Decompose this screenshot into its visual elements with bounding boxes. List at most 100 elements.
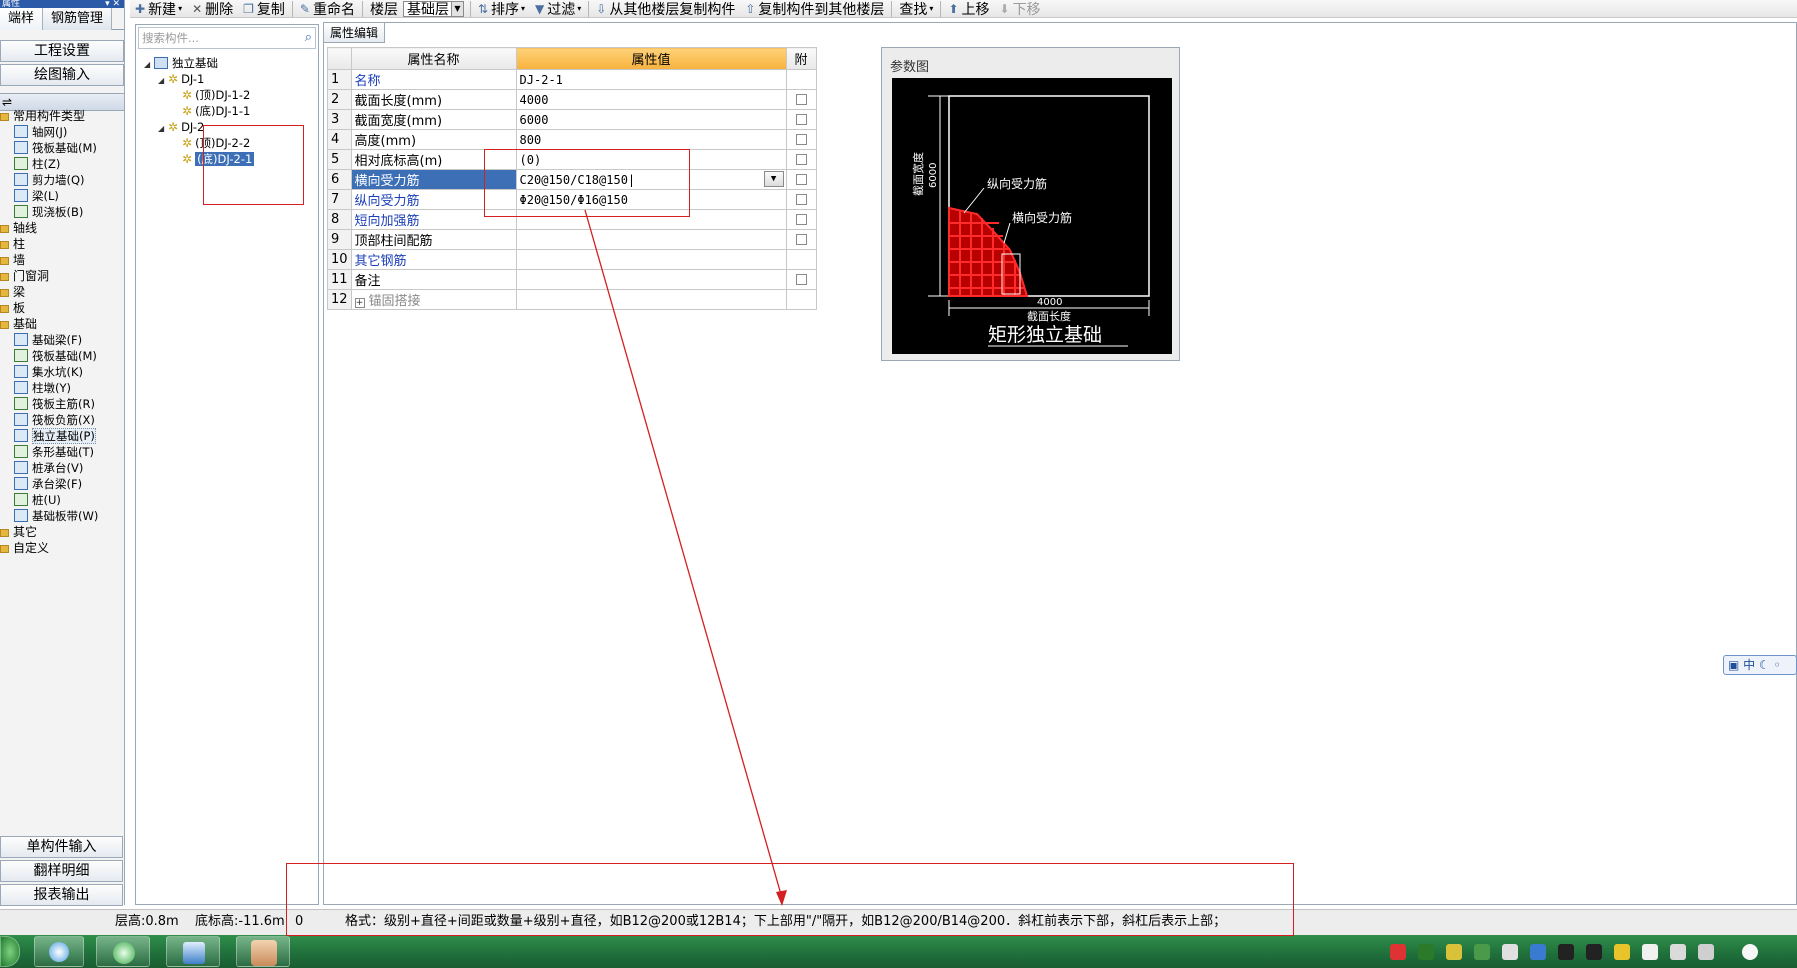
tree-component-type[interactable]: 柱(Z) [0, 156, 123, 172]
property-value[interactable] [515, 229, 787, 250]
tree-component-type[interactable]: 现浇板(B) [0, 204, 123, 220]
tray-icon[interactable] [1502, 944, 1518, 960]
component-search-input[interactable]: 搜索构件... ⌕ [138, 27, 316, 49]
tray-icon[interactable] [1418, 944, 1434, 960]
tab-module-1[interactable]: 端样 [0, 8, 44, 30]
tree-component-type[interactable]: 轴网(J) [0, 124, 123, 140]
tray-icon[interactable] [1530, 944, 1546, 960]
property-row[interactable]: 2 截面长度(mm) 4000 [327, 89, 817, 110]
attach-checkbox[interactable] [795, 174, 807, 185]
property-row[interactable]: 11 备注 [327, 269, 817, 290]
property-value[interactable]: DJ-2-1 [515, 69, 787, 90]
attach-checkbox[interactable] [795, 134, 807, 145]
tree-component-type[interactable]: 筏板基础(M) [0, 348, 123, 364]
tray-icon[interactable] [1390, 944, 1406, 960]
property-value[interactable] [515, 269, 787, 290]
attach-checkbox[interactable] [795, 94, 807, 105]
property-row[interactable]: 9 顶部柱间配筋 [327, 229, 817, 250]
tree-component-type[interactable]: 桩(U) [0, 492, 123, 508]
new-button[interactable]: ✚ 新建 ▾ [130, 0, 187, 18]
attach-checkbox[interactable] [795, 214, 807, 225]
tree-component-type[interactable]: 条形基础(T) [0, 444, 123, 460]
tray-icon[interactable] [1558, 944, 1574, 960]
tree-folder[interactable]: 门窗洞 [0, 268, 123, 284]
tray-icon[interactable] [1614, 944, 1630, 960]
tray-icon[interactable] [1742, 944, 1758, 960]
tree-item[interactable]: ✲ (底)DJ-1-1 [144, 103, 254, 119]
tree-component-type[interactable]: 柱墩(Y) [0, 380, 123, 396]
property-value[interactable]: 6000 [515, 109, 787, 130]
tray-icon[interactable] [1698, 944, 1714, 960]
tree-folder[interactable]: 基础 [0, 316, 123, 332]
property-value[interactable]: Φ20@150/Φ16@150 [515, 189, 787, 210]
tree-item-selected[interactable]: ✲ (底)DJ-2-1 [144, 151, 255, 167]
attach-checkbox[interactable] [795, 154, 807, 165]
tree-folder[interactable]: 常用构件类型 [0, 108, 123, 124]
tray-icon[interactable] [1446, 944, 1462, 960]
tray-icon[interactable] [1642, 944, 1658, 960]
property-row[interactable]: 4 高度(mm) 800 [327, 129, 817, 150]
copy-to-floor-button[interactable]: ⇧ 复制构件到其他楼层 [740, 0, 889, 18]
copy-button[interactable]: ❐ 复制 [238, 0, 290, 18]
floor-select[interactable]: 基础层 ▼ [402, 0, 464, 18]
tree-component-type[interactable]: 基础梁(F) [0, 332, 123, 348]
delete-button[interactable]: ✕ 删除 [187, 0, 238, 18]
tree-component-type[interactable]: 基础板带(W) [0, 508, 123, 524]
attach-checkbox[interactable] [795, 234, 807, 245]
tree-component-type[interactable]: 梁(L) [0, 188, 123, 204]
taskbar-app-3[interactable] [166, 936, 220, 967]
property-row[interactable]: 12 + 锚固搭接 [327, 289, 817, 310]
tree-item[interactable]: ✲ (顶)DJ-2-2 [144, 135, 254, 151]
property-row[interactable]: 3 截面宽度(mm) 6000 [327, 109, 817, 130]
tree-component-type[interactable]: 独立基础(P) [0, 428, 123, 444]
tray-icon[interactable] [1670, 944, 1686, 960]
tray-icon[interactable] [1586, 944, 1602, 960]
tree-folder[interactable]: 自定义 [0, 540, 123, 556]
value-dropdown-button[interactable]: ▼ [763, 171, 784, 187]
property-row[interactable]: 6 横向受力筋 C20@150/C18@150| ▼ [327, 169, 817, 190]
expand-icon[interactable]: + [354, 298, 365, 308]
tree-folder[interactable]: 梁 [0, 284, 123, 300]
tab-rebar-management[interactable]: 钢筋管理 [43, 8, 113, 30]
tab-property-edit[interactable]: 属性编辑 [324, 23, 386, 43]
property-row[interactable]: 5 相对底标高(m) (0) [327, 149, 817, 170]
property-value[interactable] [515, 249, 787, 270]
sort-button[interactable]: ⇅ 排序 ▾ [473, 0, 530, 18]
tree-group-dj-2[interactable]: ◢ ✲ DJ-2 [144, 119, 254, 135]
find-button[interactable]: 查找 ▾ [894, 0, 938, 18]
move-down-button[interactable]: ⬇ 下移 [995, 0, 1046, 18]
taskbar-app-4[interactable] [236, 936, 290, 967]
attach-checkbox[interactable] [795, 194, 807, 205]
attach-checkbox[interactable] [795, 114, 807, 125]
property-row[interactable]: 1 名称 DJ-2-1 [327, 69, 817, 90]
tree-item[interactable]: ✲ (顶)DJ-1-2 [144, 87, 254, 103]
filter-button[interactable]: ▼ 过滤 ▾ [530, 0, 586, 18]
tree-root[interactable]: ◢ 独立基础 [144, 55, 254, 71]
property-value[interactable] [515, 289, 787, 310]
ime-toolbar[interactable]: ▣ 中 ☾ ◦ [1723, 655, 1797, 675]
tree-component-type[interactable]: 筏板主筋(R) [0, 396, 123, 412]
tree-component-type[interactable]: 筏板负筋(X) [0, 412, 123, 428]
tree-folder[interactable]: 墙 [0, 252, 123, 268]
property-value[interactable]: 4000 [515, 89, 787, 110]
taskbar-app-1[interactable] [34, 936, 84, 967]
search-icon[interactable]: ⌕ [305, 28, 312, 48]
tree-component-type[interactable]: 桩承台(V) [0, 460, 123, 476]
move-up-button[interactable]: ⬆ 上移 [943, 0, 994, 18]
tree-component-type[interactable]: 集水坑(K) [0, 364, 123, 380]
property-row[interactable]: 8 短向加强筋 [327, 209, 817, 230]
attach-checkbox[interactable] [795, 274, 807, 285]
tree-folder[interactable]: 板 [0, 300, 123, 316]
tree-component-type[interactable]: 剪力墙(Q) [0, 172, 123, 188]
panel-pin-close-icons[interactable]: ▾ ✕ [105, 0, 120, 8]
start-button[interactable] [0, 936, 20, 967]
tree-component-type[interactable]: 筏板基础(M) [0, 140, 123, 156]
property-value[interactable]: (0) [515, 149, 787, 170]
property-value[interactable]: C20@150/C18@150| ▼ [515, 169, 787, 190]
drawing-input-button[interactable]: 绘图输入 [0, 64, 124, 86]
property-row[interactable]: 10 其它钢筋 [327, 249, 817, 270]
tree-component-type[interactable]: 承台梁(F) [0, 476, 123, 492]
tree-folder[interactable]: 轴线 [0, 220, 123, 236]
property-value[interactable]: 800 [515, 129, 787, 150]
tray-icon[interactable] [1474, 944, 1490, 960]
